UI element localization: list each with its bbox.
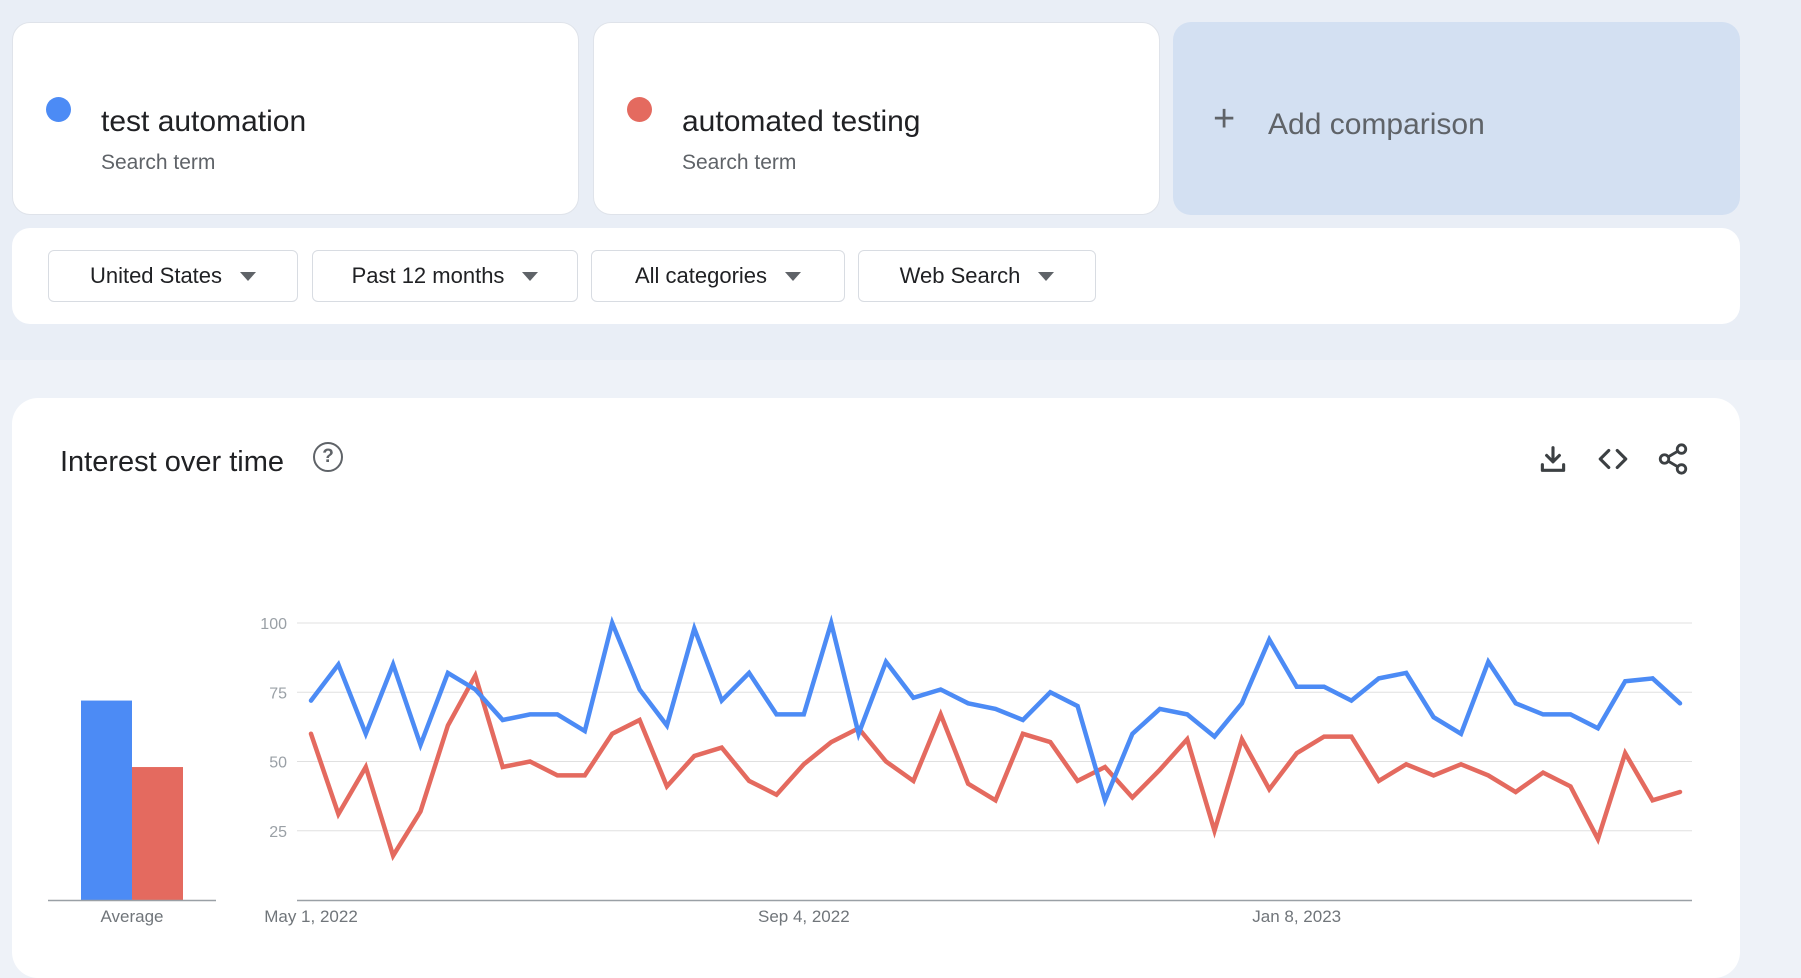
share-icon[interactable]: [1656, 442, 1690, 476]
filter-label: All categories: [634, 263, 768, 288]
filter-search-type-dropdown[interactable]: Web Search: [858, 250, 1096, 302]
plus-icon: +: [1213, 98, 1236, 140]
help-icon[interactable]: ?: [313, 442, 343, 472]
filter-label: Past 12 months: [351, 263, 505, 288]
caret-down-icon: [785, 271, 802, 281]
term-type-label: Search term: [682, 151, 797, 174]
filter-time-range-dropdown[interactable]: Past 12 months: [312, 250, 578, 302]
panel-title: Interest over time: [60, 446, 285, 478]
filter-category-dropdown[interactable]: All categories: [591, 250, 845, 302]
filter-label: Web Search: [899, 263, 1021, 288]
term-label[interactable]: automated testing: [682, 105, 921, 139]
embed-code-icon[interactable]: [1596, 442, 1630, 476]
term-card-automated-testing[interactable]: automated testing Search term: [593, 22, 1160, 215]
caret-down-icon: [1038, 271, 1055, 281]
add-comparison-button[interactable]: + Add comparison: [1173, 22, 1740, 215]
series-color-dot: [627, 97, 652, 122]
filter-label: United States: [89, 263, 223, 288]
caret-down-icon: [240, 271, 257, 281]
term-type-label: Search term: [101, 151, 216, 174]
interest-over-time-panel: Interest over time ?: [12, 398, 1740, 978]
term-label[interactable]: test automation: [101, 105, 306, 139]
filter-region-dropdown[interactable]: United States: [48, 250, 298, 302]
series-color-dot: [46, 97, 71, 122]
caret-down-icon: [522, 271, 539, 281]
term-card-test-automation[interactable]: test automation Search term: [12, 22, 579, 215]
filter-bar: United States Past 12 months All categor…: [12, 228, 1740, 324]
download-icon[interactable]: [1536, 442, 1570, 476]
add-comparison-label: Add comparison: [1268, 108, 1485, 141]
